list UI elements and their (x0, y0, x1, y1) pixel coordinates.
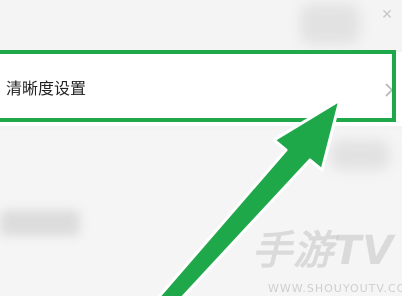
resolution-settings-label: 清晰度设置 (6, 79, 87, 98)
chevron-right-icon (385, 83, 394, 97)
watermark-logo: 手游TV (252, 228, 395, 274)
watermark-url: WWW.SHOUYOUTV.COM (268, 282, 402, 295)
resolution-settings-row[interactable]: 清晰度设置 (0, 52, 402, 126)
blurred-content (330, 140, 390, 170)
blurred-content (300, 4, 360, 44)
more-icon[interactable]: ✕ (378, 6, 396, 24)
blurred-item (0, 210, 80, 236)
top-section: ✕ (0, 0, 402, 50)
